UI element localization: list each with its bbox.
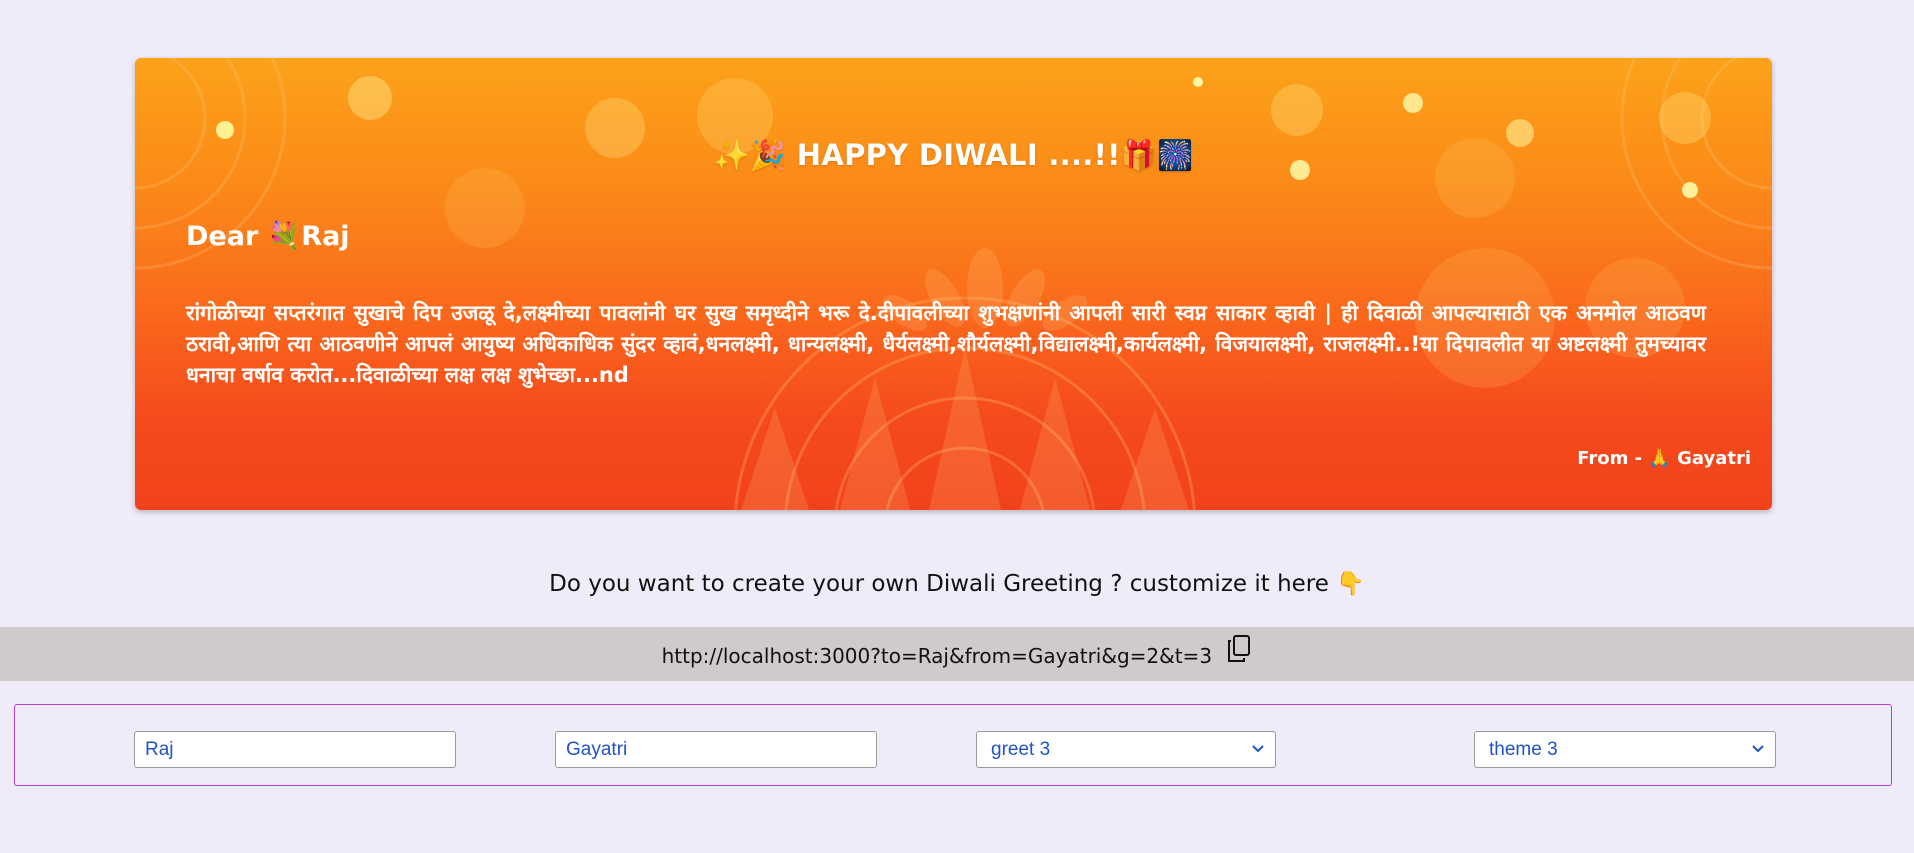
- sender-name: Gayatri: [1677, 448, 1751, 469]
- folded-hands-icon: 🙏: [1648, 448, 1671, 469]
- salutation-prefix: Dear: [186, 221, 259, 252]
- customize-form: greet 3 theme 3: [14, 704, 1892, 786]
- theme-select[interactable]: theme 3: [1474, 731, 1776, 768]
- copy-icon[interactable]: [1226, 634, 1252, 673]
- share-url-text: http://localhost:3000?to=Raj&from=Gayatr…: [661, 644, 1213, 668]
- pointing-down-icon: 👇: [1336, 571, 1365, 597]
- share-url-row: http://localhost:3000?to=Raj&from=Gayatr…: [0, 635, 1914, 677]
- sparkles-party-icon: ✨🎉: [713, 138, 787, 172]
- customize-prompt-text: Do you want to create your own Diwali Gr…: [549, 571, 1329, 597]
- chevron-down-icon: [1751, 732, 1765, 779]
- greeting-card: ✨🎉 HAPPY DIWALI ....!!🎁🎆 Dear 💐Raj रांगो…: [135, 58, 1772, 510]
- bouquet-icon: 💐: [267, 221, 302, 252]
- customize-prompt: Do you want to create your own Diwali Gr…: [0, 570, 1914, 597]
- card-title: ✨🎉 HAPPY DIWALI ....!!🎁🎆: [135, 138, 1772, 173]
- card-title-text: HAPPY DIWALI ....!!: [796, 138, 1121, 172]
- page: ✨🎉 HAPPY DIWALI ....!!🎁🎆 Dear 💐Raj रांगो…: [0, 0, 1914, 853]
- signature-prefix: From -: [1577, 448, 1643, 469]
- greeting-select[interactable]: greet 3: [976, 731, 1276, 768]
- to-name-input[interactable]: [134, 731, 456, 768]
- card-message: रांगोळीच्या सप्तरंगात सुखाचे दिप उजळू दे…: [186, 301, 1706, 387]
- share-url-bar: http://localhost:3000?to=Raj&from=Gayatr…: [0, 627, 1914, 681]
- chevron-down-icon: [1251, 732, 1265, 779]
- greeting-select-value: greet 3: [991, 739, 1051, 760]
- theme-select-value: theme 3: [1489, 739, 1558, 760]
- card-signature: From - 🙏 Gayatri: [1577, 448, 1751, 469]
- card-background-decoration: [135, 58, 1772, 510]
- recipient-name: Raj: [301, 221, 350, 252]
- from-name-input[interactable]: [555, 731, 877, 768]
- gift-fireworks-icon: 🎁🎆: [1120, 138, 1194, 172]
- card-salutation: Dear 💐Raj: [186, 220, 350, 252]
